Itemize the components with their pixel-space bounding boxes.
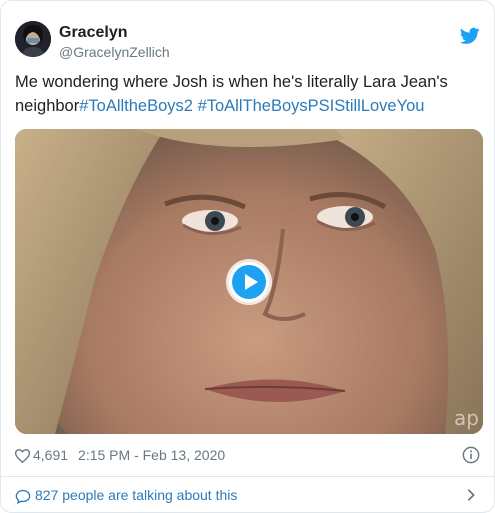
author-names: Gracelyn @GracelynZellich <box>59 23 170 61</box>
user-avatar[interactable] <box>15 21 51 57</box>
author-handle[interactable]: @GracelynZellich <box>59 43 170 61</box>
conversation-link[interactable]: 827 people are talking about this <box>15 484 480 506</box>
tweet-header: Gracelyn @GracelynZellich <box>15 15 480 65</box>
speech-bubble-icon <box>15 489 31 504</box>
play-button[interactable] <box>229 262 269 302</box>
twitter-bird-icon[interactable] <box>460 27 480 45</box>
author-display-name[interactable]: Gracelyn <box>59 23 170 43</box>
tweet-meta: 4,691 2:15 PM - Feb 13, 2020 <box>15 445 480 465</box>
info-icon[interactable] <box>462 446 480 464</box>
heart-icon[interactable] <box>15 449 30 464</box>
hashtag-link-1[interactable]: #ToAlltheBoys2 <box>79 97 193 115</box>
like-count[interactable]: 4,691 <box>33 447 68 463</box>
footer-divider <box>1 476 494 477</box>
play-icon <box>232 265 266 299</box>
embedded-tweet-card: Gracelyn @GracelynZellich Me wondering w… <box>0 0 495 513</box>
media-watermark: ap <box>454 406 479 430</box>
play-triangle <box>245 274 258 290</box>
tweet-text: Me wondering where Josh is when he's lit… <box>15 70 480 118</box>
hashtag-link-2[interactable]: #ToAllTheBoysPSIStillLoveYou <box>198 97 425 115</box>
chevron-right-icon <box>467 489 475 501</box>
tweet-timestamp[interactable]: 2:15 PM - Feb 13, 2020 <box>78 447 225 463</box>
tweet-media[interactable]: ap <box>15 129 483 434</box>
conversation-label: 827 people are talking about this <box>35 487 238 503</box>
avatar-image <box>15 21 51 57</box>
